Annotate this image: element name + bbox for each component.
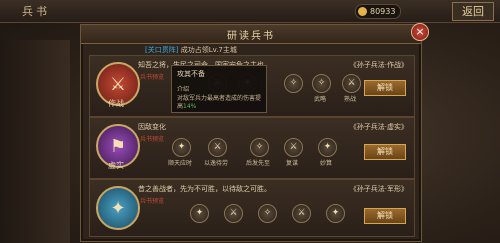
skill-icon[interactable]: ⚔ [292, 204, 311, 223]
preview-label: 兵书预览 [140, 136, 165, 143]
tooltip-skill-name: 攻其不备 [177, 70, 205, 78]
skill-label: 以逸待劳 [203, 160, 228, 167]
medal-label: 作战 [108, 99, 124, 108]
panel-title: 研读兵书 [227, 31, 275, 42]
skill-icon[interactable]: ✧ [258, 204, 277, 223]
row-source: 《孙子兵法·作战》 [349, 61, 408, 69]
panel-header: 研读兵书 [81, 25, 421, 44]
tooltip-percent: 14% [183, 103, 197, 110]
skill-tooltip: 攻其不备 介绍 对敌军兵力最高者造成的伤害提高14% [171, 65, 267, 113]
resource-chip: 80933 [355, 4, 402, 19]
medal-label: 虚实 [108, 161, 124, 170]
row-source: 《孙子兵法·军形》 [349, 185, 408, 193]
unlock-button[interactable]: 解锁 [364, 208, 406, 224]
skill-icon[interactable]: ✦ [326, 204, 345, 223]
tooltip-heading: 介绍 [177, 86, 190, 93]
resource-value: 80933 [370, 7, 396, 16]
quest-line: [关口贯阵] 成功占领Lv.7主城 [145, 45, 237, 55]
top-title: 兵书 [22, 5, 50, 18]
skill-label: 妙算 [319, 160, 332, 167]
skill-icon[interactable]: ✧ [312, 74, 331, 93]
skill-icon[interactable]: ⚔ [208, 138, 227, 157]
skill-icon[interactable]: ✦ [190, 204, 209, 223]
quest-tag: [关口贯阵] [145, 46, 179, 54]
preview-label: 兵书预览 [140, 198, 165, 205]
skill-icon[interactable]: ✧ [250, 138, 269, 157]
skill-icon[interactable]: ✧ [284, 74, 303, 93]
skill-icon[interactable]: ⚔ [284, 138, 303, 157]
skill-label: 武略 [313, 96, 326, 103]
preview-label: 兵书预览 [140, 74, 165, 81]
tooltip-description: 对敌军兵力最高者造成的伤害提高14% [177, 95, 261, 111]
skill-label: 后发先至 [245, 160, 270, 167]
book-row: ✦ 昔之善战者，先为不可胜，以待敌之可胜。 兵书预览 《孙子兵法·军形》 ✦ ⚔… [89, 179, 415, 237]
top-bar: 兵书 80933 返回 [0, 0, 500, 23]
book-panel: 研读兵书 × [关口贯阵] 成功占领Lv.7主城 ⚔ 作战 知吾之将，生民之司命… [80, 23, 429, 242]
coin-icon [358, 7, 367, 16]
skill-label: 熟战 [343, 96, 356, 103]
row-description: 因敌变化 [138, 123, 166, 131]
unlock-button[interactable]: 解锁 [364, 80, 406, 96]
skill-icon[interactable]: ✦ [318, 138, 337, 157]
book-row: ⚑ 虚实 因敌变化 兵书预览 《孙子兵法·虚实》 ✦ 顺天应时 ⚔ 以逸待劳 ✧… [89, 117, 415, 179]
unlock-button[interactable]: 解锁 [364, 144, 406, 160]
close-button[interactable]: × [411, 23, 429, 41]
skill-icon[interactable]: ⚔ [224, 204, 243, 223]
formation-medal-icon[interactable]: ✦ [96, 186, 140, 230]
skill-label: 复谋 [285, 160, 298, 167]
skill-icon[interactable]: ⚔ [342, 74, 361, 93]
skill-label: 顺天应时 [167, 160, 192, 167]
skill-icon[interactable]: ✦ [172, 138, 191, 157]
back-button[interactable]: 返回 [452, 2, 494, 21]
row-description: 昔之善战者，先为不可胜，以待敌之可胜。 [138, 185, 271, 193]
quest-text: 成功占领Lv.7主城 [180, 46, 237, 54]
row-source: 《孙子兵法·虚实》 [349, 123, 408, 131]
left-decor [0, 40, 70, 243]
